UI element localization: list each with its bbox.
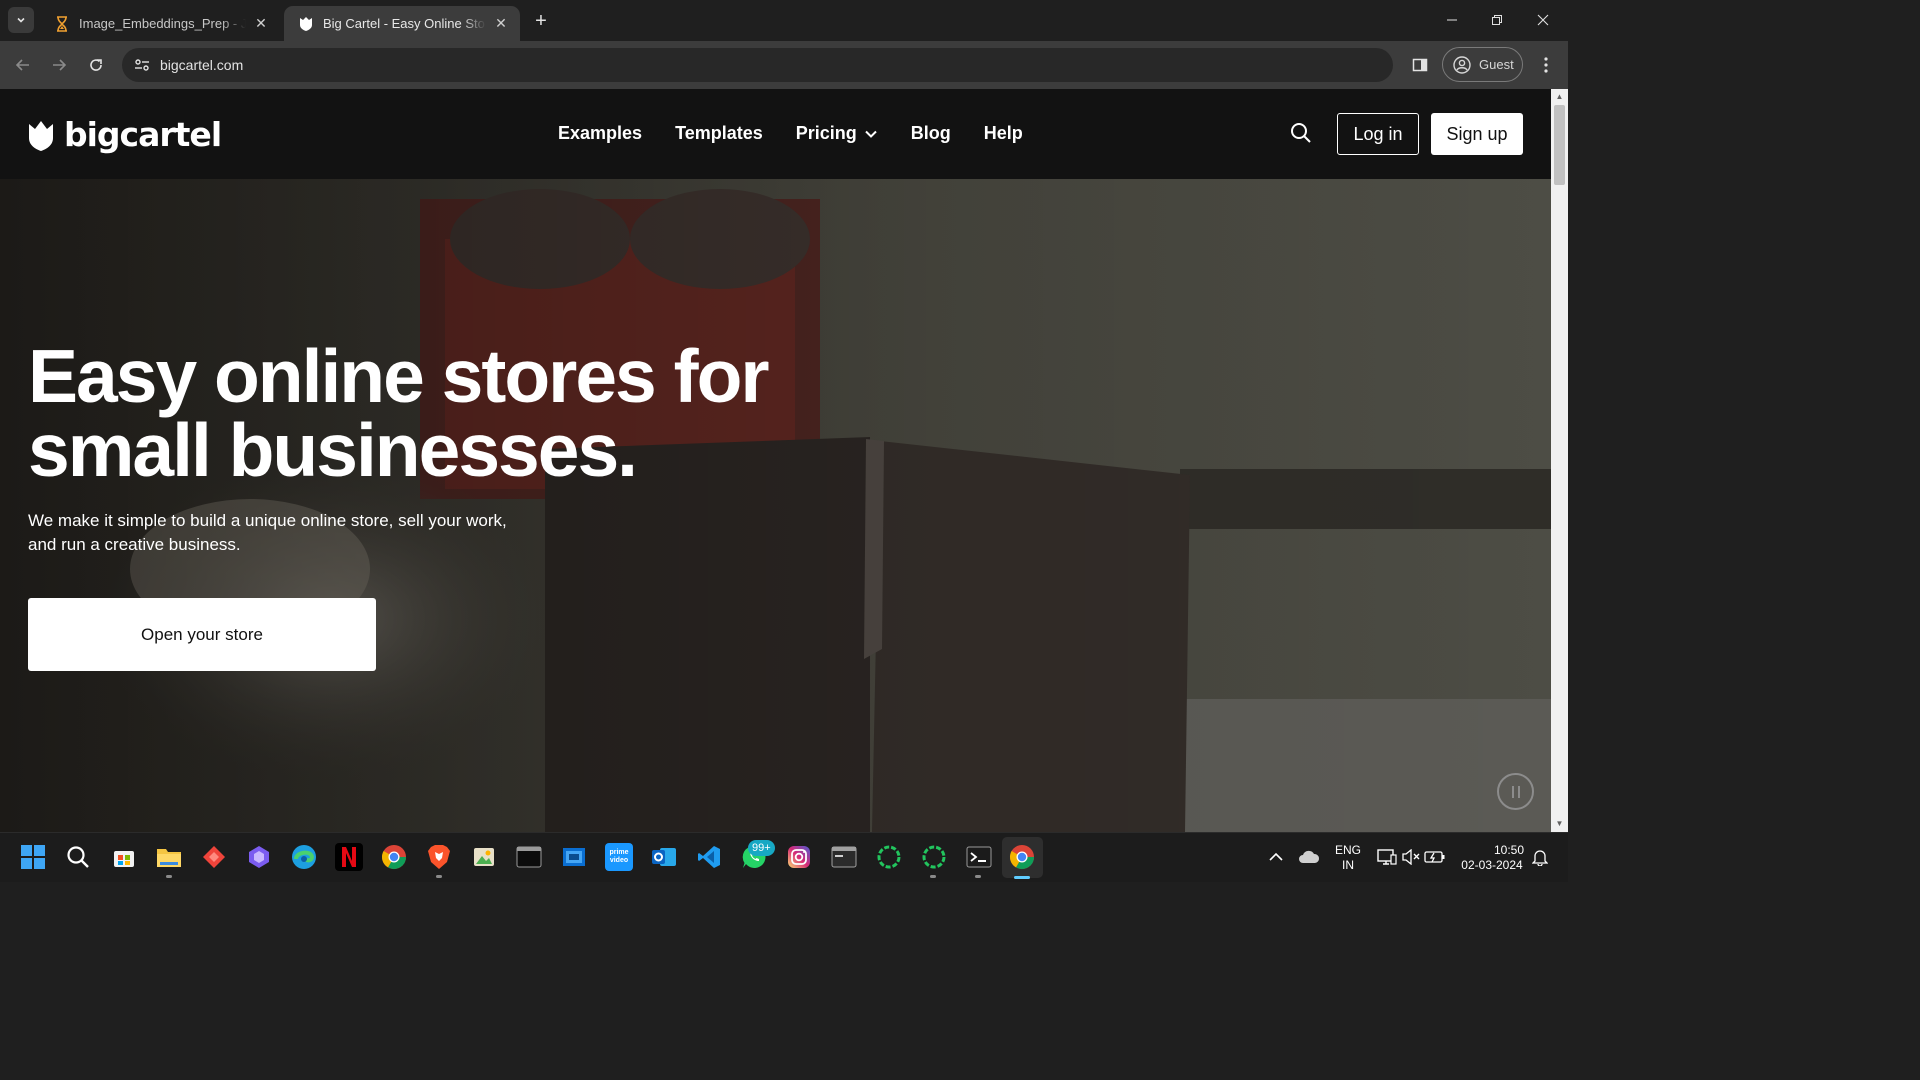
hero-title: Easy online stores for small businesses. <box>28 334 828 492</box>
chrome-icon[interactable] <box>1008 843 1036 871</box>
anydesk-icon[interactable] <box>200 843 228 871</box>
nav-pricing-label: Pricing <box>795 123 857 143</box>
instagram-icon[interactable] <box>785 843 813 871</box>
windows-start-icon[interactable] <box>19 843 47 871</box>
tab-jupyter[interactable]: Image_Embeddings_Prep - Jupy ✕ <box>40 6 280 41</box>
notification-badge: 99+ <box>748 840 775 856</box>
more-vert-icon[interactable] <box>1534 52 1558 78</box>
terminal-window-icon[interactable] <box>515 843 543 871</box>
tab-title: Big Cartel - Easy Online Stores f <box>323 16 486 31</box>
hourglass-icon <box>54 15 70 32</box>
chevron-up-icon[interactable] <box>1262 843 1290 871</box>
restore-icon[interactable] <box>1474 6 1520 34</box>
clock-date: 02-03-2024 <box>1461 858 1523 872</box>
logo-wordmark: bigcartel <box>64 115 222 154</box>
bigcartel-logo[interactable]: bigcartel <box>28 115 222 154</box>
bigcartel-shield-icon <box>29 120 53 151</box>
minimize-icon[interactable] <box>1429 6 1475 34</box>
nav-blog[interactable]: Blog <box>911 123 951 144</box>
login-button[interactable]: Log in <box>1337 113 1419 155</box>
pause-video-icon[interactable] <box>1497 773 1534 810</box>
clock[interactable]: 10:50 02-03-2024 <box>1454 843 1530 873</box>
window-close-icon[interactable] <box>1520 6 1566 34</box>
terminal-icon[interactable] <box>965 843 993 871</box>
main-navigation: Examples Templates Pricing Blog Help <box>558 123 1023 144</box>
hero-subtitle: We make it simple to build a unique onli… <box>28 509 548 557</box>
running-indicator <box>166 875 172 878</box>
browser-tab-strip: Image_Embeddings_Prep - Jupy ✕ Big Carte… <box>0 0 1568 41</box>
hero-title-line-2: small businesses. <box>28 408 638 492</box>
scroll-up-icon[interactable]: ▲ <box>1555 92 1564 101</box>
search-icon[interactable] <box>1290 122 1314 146</box>
command-prompt-icon[interactable] <box>830 843 858 871</box>
profile-label: Guest <box>1479 57 1514 72</box>
language-indicator[interactable]: ENG IN <box>1330 843 1366 873</box>
site-settings-icon[interactable] <box>132 55 152 75</box>
scroll-down-icon[interactable]: ▼ <box>1555 819 1564 828</box>
nav-help[interactable]: Help <box>984 123 1023 144</box>
page-scrollbar[interactable]: ▲ ▼ <box>1551 89 1568 832</box>
hero-title-line-1: Easy online stores for <box>28 334 770 418</box>
url-text[interactable]: bigcartel.com <box>160 57 243 73</box>
web-page: bigcartel Examples Templates Pricing Blo… <box>0 89 1551 832</box>
windows-taskbar: prime video 99+ ENG IN 10:50 02-03-2024 <box>0 832 1568 882</box>
onedrive-cloud-icon[interactable] <box>1295 843 1323 871</box>
clock-time: 10:50 <box>1493 843 1524 857</box>
edge-browser-icon[interactable] <box>290 843 318 871</box>
browser-toolbar: bigcartel.com Guest <box>0 41 1568 89</box>
side-panel-icon[interactable] <box>1407 52 1433 78</box>
tab-bigcartel[interactable]: Big Cartel - Easy Online Stores f ✕ <box>284 6 520 41</box>
photos-app-icon[interactable] <box>470 843 498 871</box>
prime-video-glyph: prime video <box>609 849 629 864</box>
hero-background-video <box>0 179 1551 832</box>
bigcartel-shield-icon <box>298 16 314 32</box>
active-app-indicator <box>1014 876 1030 879</box>
hero-section: Easy online stores for small businesses.… <box>0 179 1551 832</box>
hero-subtitle-line-2: and run a creative business. <box>28 535 241 554</box>
address-bar[interactable]: bigcartel.com <box>122 48 1393 82</box>
running-indicator <box>436 875 442 878</box>
battery-charging-icon[interactable] <box>1421 843 1449 871</box>
hero-subtitle-line-1: We make it simple to build a unique onli… <box>28 511 507 530</box>
nav-pricing[interactable]: Pricing <box>796 123 877 144</box>
nav-templates[interactable]: Templates <box>675 123 763 144</box>
forward-arrow-icon[interactable] <box>45 51 73 79</box>
signup-button[interactable]: Sign up <box>1431 113 1523 155</box>
nav-examples[interactable]: Examples <box>558 123 642 144</box>
search-icon[interactable] <box>64 843 92 871</box>
running-indicator <box>975 875 981 878</box>
chevron-down-icon <box>865 130 877 138</box>
new-tab-plus-icon[interactable]: + <box>530 10 552 32</box>
outlook-icon[interactable] <box>650 843 678 871</box>
close-icon[interactable]: ✕ <box>252 15 270 33</box>
site-header: bigcartel Examples Templates Pricing Blo… <box>0 89 1551 179</box>
copilot-icon[interactable] <box>245 843 273 871</box>
loading-ring-icon[interactable] <box>920 843 948 871</box>
loading-ring-icon[interactable] <box>875 843 903 871</box>
netflix-icon[interactable] <box>335 843 363 871</box>
language-line-1: ENG <box>1334 843 1361 857</box>
file-explorer-icon[interactable] <box>155 843 183 871</box>
open-store-button[interactable]: Open your store <box>28 598 376 671</box>
tab-search-chevron-icon[interactable] <box>8 7 34 33</box>
chrome-icon[interactable] <box>380 843 408 871</box>
back-arrow-icon[interactable] <box>9 51 37 79</box>
close-icon[interactable]: ✕ <box>492 15 510 33</box>
prime-video-icon[interactable]: prime video <box>605 843 633 871</box>
running-indicator <box>930 875 936 878</box>
windows-sandbox-icon[interactable] <box>560 843 588 871</box>
brave-browser-icon[interactable] <box>425 843 453 871</box>
microsoft-store-icon[interactable] <box>110 843 138 871</box>
reload-icon[interactable] <box>82 51 110 79</box>
scrollbar-thumb[interactable] <box>1554 105 1565 185</box>
language-line-2: IN <box>1342 858 1354 872</box>
profile-button[interactable]: Guest <box>1442 47 1523 82</box>
notification-bell-icon[interactable] <box>1526 843 1554 871</box>
vscode-icon[interactable] <box>695 843 723 871</box>
tab-title: Image_Embeddings_Prep - Jupy <box>79 16 246 31</box>
profile-avatar-icon <box>1453 55 1471 74</box>
